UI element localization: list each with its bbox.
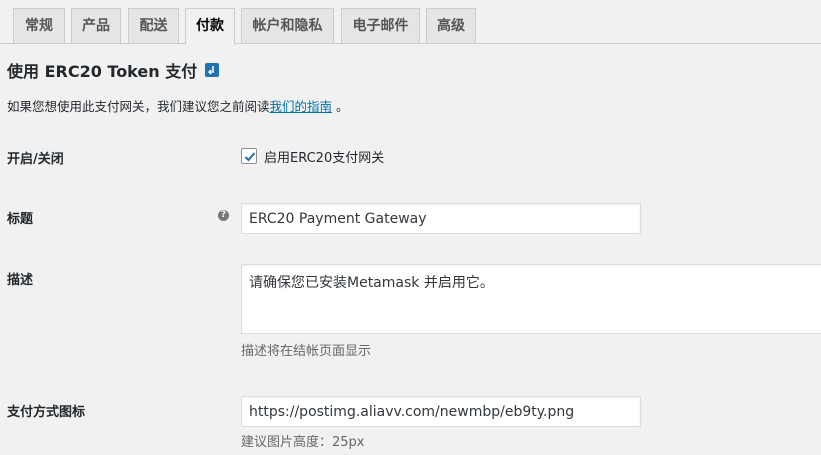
tab-products[interactable]: 产品 xyxy=(71,8,121,44)
enable-checkbox[interactable] xyxy=(241,148,257,164)
tab-general[interactable]: 常规 xyxy=(13,8,65,44)
checkmark-icon xyxy=(244,152,256,162)
enable-label: 开启/关闭 xyxy=(7,152,64,167)
intro-text-before: 如果您想使用此支付网关，我们建议您之前阅读 xyxy=(7,99,270,114)
tab-payments[interactable]: 付款 xyxy=(185,8,235,45)
guide-link[interactable]: 我们的指南 xyxy=(270,99,333,114)
tab-emails[interactable]: 电子邮件 xyxy=(341,8,420,44)
payment-icon-hint: 建议图片高度：25px xyxy=(241,435,365,450)
intro-text: 如果您想使用此支付网关，我们建议您之前阅读我们的指南 。 xyxy=(7,96,349,115)
payment-icon-label: 支付方式图标 xyxy=(7,405,86,420)
intro-text-after: 。 xyxy=(332,99,349,114)
description-textarea[interactable]: 请确保您已安装Metamask 并启用它。 xyxy=(241,264,821,334)
page-title: 使用 ERC20 Token 支付 xyxy=(7,62,198,81)
payment-icon-url-input[interactable] xyxy=(241,396,641,427)
title-label: 标题 xyxy=(7,212,34,227)
tab-advanced[interactable]: 高级 xyxy=(426,8,476,44)
title-input[interactable] xyxy=(241,203,641,234)
description-label: 描述 xyxy=(7,273,34,288)
description-hint: 描述将在结帐页面显示 xyxy=(241,344,372,359)
tab-shipping[interactable]: 配送 xyxy=(128,8,179,44)
enable-checkbox-label[interactable]: 启用ERC20支付网关 xyxy=(264,147,384,166)
settings-tab-bar: 常规 产品 配送 付款 帐户和隐私 电子邮件 高级 xyxy=(0,0,821,45)
return-arrow-icon[interactable] xyxy=(205,63,220,77)
tab-accounts-privacy[interactable]: 帐户和隐私 xyxy=(241,8,334,44)
question-mark-icon[interactable]: ? xyxy=(218,210,229,221)
section-heading: 使用 ERC20 Token 支付 xyxy=(7,58,220,82)
